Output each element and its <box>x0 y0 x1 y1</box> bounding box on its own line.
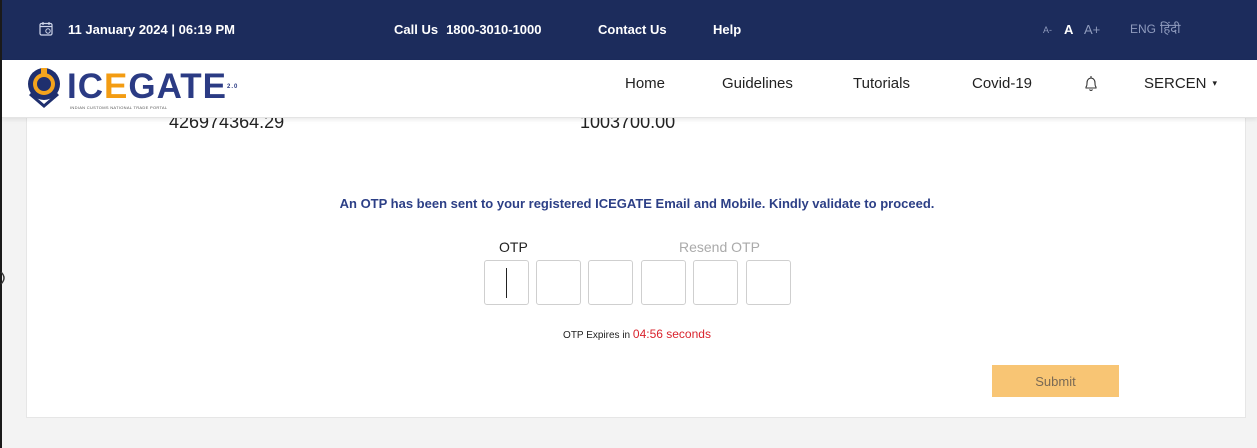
left-edge-arc-icon <box>0 271 5 285</box>
otp-digit-6[interactable] <box>746 260 791 305</box>
otp-label: OTP <box>499 239 528 255</box>
logo-text-ic: IC <box>67 67 104 106</box>
calendar-icon <box>39 22 53 36</box>
otp-digit-4[interactable] <box>641 260 686 305</box>
amount-value-2: 1003700.00 <box>580 118 676 132</box>
font-size-normal[interactable]: A <box>1064 22 1073 37</box>
chevron-down-icon: ▾ <box>1212 78 1218 88</box>
otp-digit-2[interactable] <box>536 260 581 305</box>
font-size-increase[interactable]: A+ <box>1084 22 1100 37</box>
otp-expiry: OTP Expires in 04:56 seconds <box>27 327 1245 341</box>
language-hindi[interactable]: हिंदी <box>1160 19 1181 37</box>
resend-otp-link[interactable]: Resend OTP <box>679 239 760 255</box>
logo-tagline: INDIAN CUSTOMS NATIONAL TRADE PORTAL <box>70 105 168 110</box>
user-menu[interactable]: SERCEN ▾ <box>1144 75 1217 92</box>
nav-covid-19[interactable]: Covid-19 <box>972 75 1032 92</box>
otp-card: 426974364.29 1003700.00 An OTP has been … <box>26 118 1246 418</box>
logo-text-gate: GATE <box>128 67 227 106</box>
icegate-logo[interactable]: ICEGATE2.0 INDIAN CUSTOMS NATIONAL TRADE… <box>24 64 237 116</box>
language-english[interactable]: ENG <box>1130 22 1156 36</box>
nav-guidelines[interactable]: Guidelines <box>722 75 793 92</box>
call-us[interactable]: Call Us 1800-3010-1000 <box>394 22 542 37</box>
current-datetime: 11 January 2024 | 06:19 PM <box>68 22 235 37</box>
logo-version: 2.0 <box>227 84 239 90</box>
top-utility-bar: 11 January 2024 | 06:19 PM Call Us 1800-3… <box>2 0 1257 60</box>
logo-text-e-mark: E <box>104 67 129 106</box>
text-cursor <box>506 268 507 298</box>
otp-digit-3[interactable] <box>588 260 633 305</box>
otp-digit-5[interactable] <box>693 260 738 305</box>
nav-tutorials[interactable]: Tutorials <box>853 75 910 92</box>
nav-home[interactable]: Home <box>625 75 665 92</box>
otp-expiry-timer: 04:56 seconds <box>632 327 711 341</box>
call-us-number: 1800-3010-1000 <box>446 22 542 37</box>
notification-bell-icon[interactable] <box>1084 75 1098 92</box>
otp-input-group <box>484 260 794 306</box>
help-link[interactable]: Help <box>713 22 741 37</box>
contact-us-link[interactable]: Contact Us <box>598 22 667 37</box>
customs-emblem-icon <box>28 68 60 108</box>
otp-expiry-label: OTP Expires in <box>563 330 631 341</box>
user-name: SERCEN <box>1144 75 1207 92</box>
call-us-label: Call Us <box>394 22 439 37</box>
otp-sent-message: An OTP has been sent to your registered … <box>339 196 935 211</box>
otp-digit-1[interactable] <box>484 260 529 305</box>
icegate-wordmark: ICEGATE2.0 <box>67 64 238 110</box>
submit-button[interactable]: Submit <box>992 365 1119 397</box>
font-size-decrease[interactable]: A- <box>1043 25 1052 35</box>
amount-value-1: 426974364.29 <box>169 118 285 132</box>
